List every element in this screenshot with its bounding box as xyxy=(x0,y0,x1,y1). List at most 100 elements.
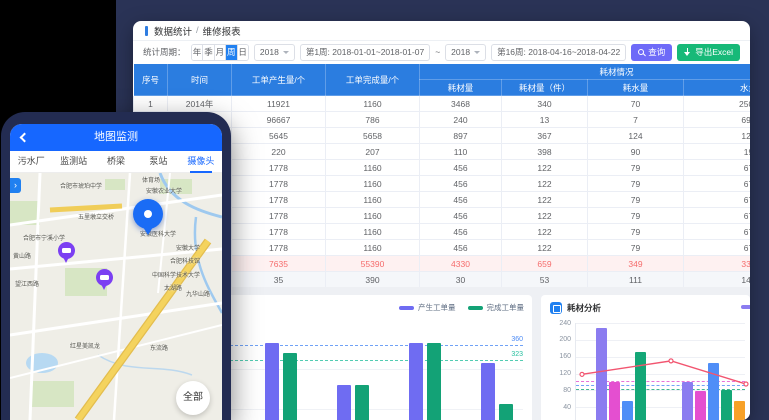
selected-camera-marker[interactable] xyxy=(133,199,163,229)
chart2-plot xyxy=(575,323,745,420)
phone-title: 地图监测 xyxy=(10,124,222,151)
table-cell: 207 xyxy=(326,144,420,160)
table-cell: 1160 xyxy=(326,176,420,192)
map-expand-button[interactable]: › xyxy=(10,178,21,193)
table-cell: 367 xyxy=(502,128,588,144)
table-cell: 55390 xyxy=(326,256,420,272)
table-cell: 1778 xyxy=(232,240,326,256)
table-cell: 2014年 xyxy=(168,96,232,112)
chart-bar xyxy=(337,385,351,420)
table-cell: 79 xyxy=(588,240,684,256)
legend-item[interactable]: 产生工单量 xyxy=(399,302,456,313)
column-subheader: 耗水量 xyxy=(588,80,684,96)
camera-marker[interactable] xyxy=(96,269,113,286)
table-cell: 1160 xyxy=(326,224,420,240)
search-icon xyxy=(638,49,644,55)
table-cell: 240 xyxy=(420,112,502,128)
table-row: 12014年1192111603468340702508 xyxy=(134,96,751,112)
map-label: 合肥市琥珀中学 xyxy=(60,181,102,190)
phone-tabs: 污水厂监测站桥梁泵站摄像头 xyxy=(10,151,222,173)
breadcrumb-page: 维修报表 xyxy=(203,24,241,38)
range-separator: ~ xyxy=(435,47,440,57)
chart2-title: 耗材分析 xyxy=(567,302,601,314)
table-cell: 1778 xyxy=(232,192,326,208)
table-cell: 79 xyxy=(588,208,684,224)
filter-bar: 统计周期： 年季月周日 2018 第1周: 2018-01-01~2018-01… xyxy=(133,41,750,63)
table-cell: 79 xyxy=(588,160,684,176)
phone-tab-桥梁[interactable]: 桥梁 xyxy=(95,151,137,173)
map-all-button[interactable]: 全部 xyxy=(176,381,210,415)
phone-tab-监测站[interactable]: 监测站 xyxy=(52,151,94,173)
table-cell: 897 xyxy=(420,128,502,144)
column-header: 时间 xyxy=(168,64,232,96)
table-cell: 456 xyxy=(420,240,502,256)
chart1-legend: 产生工单量 完成工单量 xyxy=(399,302,524,313)
map-label: 安徽大学 xyxy=(176,243,200,252)
breadcrumb-section[interactable]: 数据统计 xyxy=(154,24,192,38)
year-end-select[interactable]: 2018 xyxy=(445,44,486,61)
chart-bar xyxy=(427,343,441,420)
table-cell: 122 xyxy=(502,176,588,192)
week-end-input[interactable]: 第16周: 2018-04-16~2018-04-22 xyxy=(491,44,626,61)
chart2-axis-ticks: 2402001601208040 xyxy=(545,319,571,420)
year-start-select[interactable]: 2018 xyxy=(254,44,295,61)
axis-tick-label: 80 xyxy=(563,387,571,394)
map-label: 太湖路 xyxy=(164,283,182,292)
phone-tab-摄像头[interactable]: 摄像头 xyxy=(180,151,222,173)
column-subheader: 耗材量（件） xyxy=(502,80,588,96)
table-cell: 1 xyxy=(134,96,168,112)
table-cell: 1160 xyxy=(326,208,420,224)
table-cell: 1778 xyxy=(232,224,326,240)
table-cell: 96667 xyxy=(232,112,326,128)
table-cell: 90 xyxy=(588,144,684,160)
table-cell: 7 xyxy=(588,112,684,128)
table-cell: 398 xyxy=(502,144,588,160)
table-cell: 340 xyxy=(502,96,588,112)
axis-tick-label: 240 xyxy=(559,320,571,327)
table-cell: 349 xyxy=(588,256,684,272)
axis-tick-label: 40 xyxy=(563,404,571,411)
table-cell: 2508 xyxy=(684,96,751,112)
ref-line-label: 360 xyxy=(511,336,523,343)
screenshot-stage: 数据统计 / 维修报表 统计周期： 年季月周日 2018 第1周: 2018-0… xyxy=(0,0,769,420)
search-button-label: 查询 xyxy=(648,46,665,58)
period-option-周[interactable]: 周 xyxy=(225,45,236,60)
export-button-label: 导出Excel xyxy=(695,46,733,58)
table-cell: 13 xyxy=(502,112,588,128)
chevron-down-icon xyxy=(474,51,480,57)
axis-tick-label: 160 xyxy=(559,353,571,360)
table-cell: 1160 xyxy=(326,96,420,112)
table-cell: 35 xyxy=(232,272,326,288)
map-label: 安徽农业大学 xyxy=(146,186,182,195)
legend-label: 完成工单量 xyxy=(487,302,525,313)
breadcrumb-accent-bar xyxy=(145,26,148,36)
period-option-日[interactable]: 日 xyxy=(237,45,248,60)
camera-marker[interactable] xyxy=(58,242,75,259)
period-option-年[interactable]: 年 xyxy=(192,45,203,60)
phone-screen: 地图监测 污水厂监测站桥梁泵站摄像头 xyxy=(10,124,222,420)
period-option-月[interactable]: 月 xyxy=(214,45,225,60)
map-label: 东流路 xyxy=(150,343,168,352)
table-cell: 332 xyxy=(684,256,751,272)
phone-tab-泵站[interactable]: 泵站 xyxy=(137,151,179,173)
breadcrumb-separator: / xyxy=(196,25,199,36)
week-start-input[interactable]: 第1周: 2018-01-01~2018-01-07 xyxy=(300,44,430,61)
map-canvas[interactable]: › 全部 合肥市琥珀中学体育场安徽农业大学五里墩立交桥安徽医科大学合肥市宁溪小学… xyxy=(10,173,222,420)
search-button[interactable]: 查询 xyxy=(631,44,672,61)
chart-bar xyxy=(481,363,495,420)
table-cell: 124 xyxy=(588,128,684,144)
chart2-legend-swatch xyxy=(741,305,750,309)
table-cell: 1778 xyxy=(232,208,326,224)
export-excel-button[interactable]: 导出Excel xyxy=(677,44,740,61)
table-cell: 7635 xyxy=(232,256,326,272)
table-cell: 11921 xyxy=(232,96,326,112)
axis-tick-label: 120 xyxy=(559,370,571,377)
table-cell: 79 xyxy=(588,224,684,240)
legend-item[interactable]: 完成工单量 xyxy=(468,302,525,313)
table-cell: 4330 xyxy=(420,256,502,272)
chart-bar xyxy=(409,343,423,420)
legend-label: 产生工单量 xyxy=(418,302,456,313)
period-option-季[interactable]: 季 xyxy=(202,45,213,60)
phone-tab-污水厂[interactable]: 污水厂 xyxy=(10,151,52,173)
table-cell: 70 xyxy=(588,96,684,112)
